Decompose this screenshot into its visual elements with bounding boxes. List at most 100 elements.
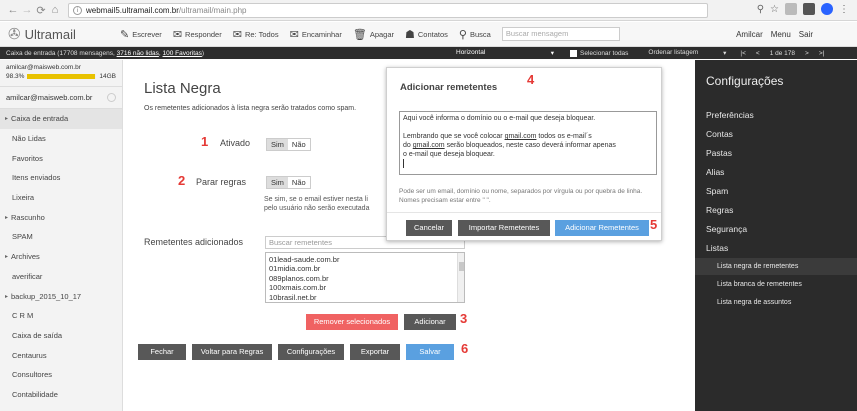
extension-icon[interactable] [803, 3, 815, 15]
sidebar-folder-item[interactable]: Contabilidade [0, 385, 122, 405]
sidebar-folder-item[interactable]: Lixeira [0, 188, 122, 208]
ativado-sim-option[interactable]: Sim [267, 139, 288, 150]
home-icon[interactable]: ⌂ [48, 4, 62, 16]
sidebar-folder-item[interactable]: ▸ Caixa de entrada [0, 109, 122, 129]
ultramail-logo-icon: ✇ [8, 26, 21, 43]
search-button[interactable]: ⚲ Busca [459, 28, 491, 41]
compose-button[interactable]: ✎ Escrever [120, 28, 162, 41]
sidebar-folder-item[interactable]: averificar [0, 267, 122, 287]
settings-menu-item[interactable]: Segurança [706, 224, 747, 234]
sidebar-folder-item[interactable]: C R M [0, 306, 122, 326]
sidebar-folder-item[interactable]: SPAM [0, 227, 122, 247]
add-sender-button[interactable]: Adicionar [404, 314, 456, 330]
settings-menu-item[interactable]: Alias [706, 167, 724, 177]
address-bar[interactable]: i webmail5.ultramail.com.br/ultramail/ma… [68, 2, 708, 18]
settings-button[interactable]: Configurações [278, 344, 344, 360]
parar-regras-label: Parar regras [196, 177, 247, 187]
sender-listbox[interactable]: 01lead-saude.com.br 01midia.com.br 089plan… [265, 252, 465, 303]
ativado-nao-option[interactable]: Não [288, 139, 310, 150]
info-icon[interactable]: i [73, 5, 82, 15]
sender-list-item[interactable]: 100xmais.com.br [269, 283, 461, 292]
first-page-button[interactable]: |< [740, 50, 745, 57]
sidebar-folder-item[interactable]: ▸ Archives [0, 247, 122, 267]
settings-menu-item[interactable]: Pastas [706, 148, 732, 158]
scroll-thumb[interactable] [459, 262, 464, 271]
expand-arrow-icon[interactable]: ▸ [5, 214, 8, 221]
settings-submenu-item[interactable]: Lista negra de assuntos [695, 294, 857, 311]
settings-title: Configurações [706, 74, 784, 88]
contacts-button[interactable]: ☗ Contatos [405, 28, 448, 41]
sender-list-item[interactable]: 01lead-saude.com.br [269, 255, 461, 264]
logout-link[interactable]: Sair [799, 30, 813, 39]
page-indicator: 1 de 178 [769, 49, 796, 57]
settings-menu-item[interactable]: Preferências [706, 110, 754, 120]
close-button[interactable]: Fechar [138, 344, 186, 360]
order-select[interactable]: Ordenar listagem ▾ [648, 49, 726, 57]
sidebar-folder-item[interactable]: Centaurus [0, 345, 122, 365]
remove-selected-button[interactable]: Remover selecionados [306, 314, 398, 330]
chevron-down-icon: ▾ [723, 50, 727, 57]
prev-page-button[interactable]: < [756, 50, 760, 57]
zoom-icon[interactable]: ⚲ [757, 4, 764, 15]
dialog-divider [387, 212, 661, 213]
bookmark-star-icon[interactable]: ☆ [770, 4, 779, 15]
expand-arrow-icon[interactable]: ▸ [5, 293, 8, 300]
compose-icon: ✎ [120, 28, 130, 41]
sidebar-folder-item[interactable]: Não Lidas [0, 129, 122, 149]
listbox-scrollbar[interactable] [457, 253, 464, 302]
reply-all-button[interactable]: ✉ Re: Todos [233, 28, 279, 41]
expand-arrow-icon[interactable]: ▸ [5, 115, 8, 122]
settings-menu-item[interactable]: Spam [706, 186, 728, 196]
extension-icon[interactable] [821, 3, 833, 15]
quota-panel: amilcar@maisweb.com.br 98.3% 14GB [0, 60, 122, 87]
settings-menu-item[interactable]: Regras [706, 205, 733, 215]
forward-button[interactable]: ✉ Encaminhar [290, 28, 342, 41]
dialog-title: Adicionar remetentes [400, 82, 498, 93]
sidebar-folder-item[interactable]: ▸ Rascunho [0, 207, 122, 227]
back-icon[interactable]: ← [6, 4, 20, 16]
settings-menu-item[interactable]: Contas [706, 129, 733, 139]
user-name[interactable]: Amilcar [736, 30, 763, 39]
import-senders-button[interactable]: Importar Remetentes [458, 220, 550, 236]
annotation-2: 2 [178, 173, 186, 188]
unread-link[interactable]: 3716 não lidas [117, 50, 159, 57]
settings-submenu-item[interactable]: Lista branca de remetentes [695, 276, 857, 293]
sidebar-folder-item[interactable]: ▸ backup_2015_10_17 [0, 286, 122, 306]
export-button[interactable]: Exportar [350, 344, 400, 360]
sender-list-item[interactable]: 10brasil.net.br [269, 293, 461, 302]
menu-link[interactable]: Menu [771, 30, 791, 39]
browser-menu-icon[interactable]: ⋮ [839, 4, 849, 15]
select-all-checkbox[interactable]: Selecionar todas [570, 49, 628, 57]
page-title: Lista Negra [144, 80, 221, 97]
add-senders-button[interactable]: Adicionar Remetentes [555, 220, 649, 236]
settings-submenu-item[interactable]: Lista negra de remetentes [695, 258, 857, 275]
parar-nao-option[interactable]: Não [288, 177, 310, 188]
delete-button[interactable]: 🗑 Apagar [353, 28, 394, 41]
sidebar-folder-item[interactable]: Caixa de saída [0, 326, 122, 346]
save-button[interactable]: Salvar [406, 344, 454, 360]
reload-icon[interactable]: ⟳ [34, 4, 48, 17]
account-selector[interactable]: amilcar@maisweb.com.br [0, 87, 122, 109]
reply-button[interactable]: ✉ Responder [173, 28, 222, 41]
view-select[interactable]: Horizontal ▾ [456, 49, 554, 57]
sidebar-folder-item[interactable]: Consultores [0, 365, 122, 385]
sender-list-item[interactable]: 089planos.com.br [269, 274, 461, 283]
back-to-rules-button[interactable]: Voltar para Regras [192, 344, 272, 360]
app-toolbar: ✇ Ultramail ✎ Escrever ✉ Responder ✉ Re: To… [0, 22, 857, 47]
next-page-button[interactable]: > [805, 50, 809, 57]
parar-sim-option[interactable]: Sim [267, 177, 288, 188]
settings-menu-item[interactable]: Listas [706, 243, 728, 253]
forward-icon[interactable]: → [20, 4, 34, 16]
favorites-link[interactable]: 100 Favoritas [163, 50, 202, 57]
senders-textarea[interactable]: Aqui você informa o domínio ou o e-mail … [399, 111, 657, 175]
sidebar-folder-item[interactable]: Favoritos [0, 148, 122, 168]
last-page-button[interactable]: >| [819, 50, 824, 57]
sidebar-folder-item[interactable]: Itens enviados [0, 168, 122, 188]
sender-list-item[interactable]: 01midia.com.br [269, 264, 461, 273]
logo: ✇ Ultramail [8, 26, 76, 43]
cancel-button[interactable]: Cancelar [406, 220, 452, 236]
extension-icon[interactable] [785, 3, 797, 15]
account-toggle-icon[interactable] [107, 93, 116, 102]
expand-arrow-icon[interactable]: ▸ [5, 253, 8, 260]
search-input[interactable]: Buscar mensagem [501, 27, 620, 41]
